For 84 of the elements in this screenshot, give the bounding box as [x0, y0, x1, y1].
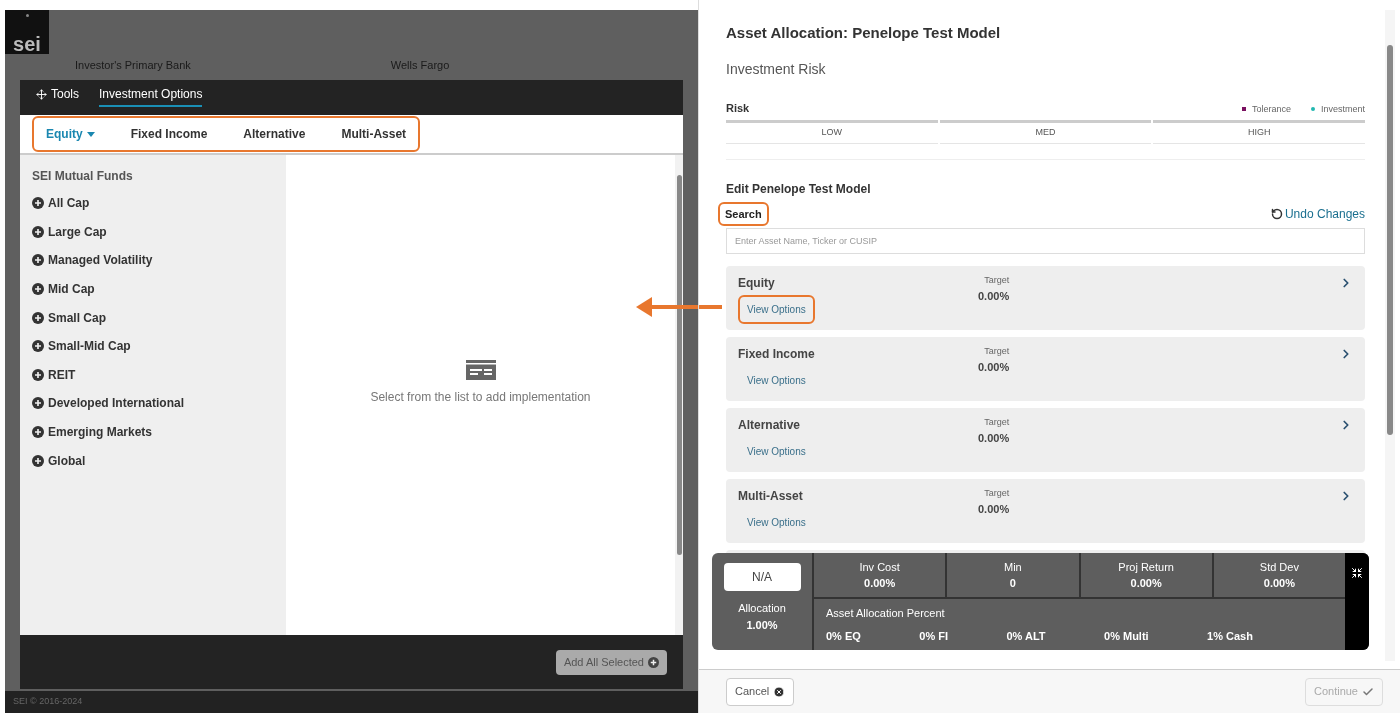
fund-item[interactable]: REIT — [32, 360, 274, 390]
target-label: Target — [984, 487, 1010, 500]
fund-item[interactable]: All Cap — [32, 189, 274, 218]
header-tab[interactable]: Tools — [36, 85, 79, 107]
category-tab[interactable]: Fixed Income — [130, 125, 208, 143]
field-text: Investor's Primary Bank — [75, 58, 191, 73]
percent-value: 1% Cash — [1207, 628, 1253, 644]
plus-circle-icon — [32, 311, 44, 324]
stat-label: Min — [1004, 559, 1022, 575]
fund-item[interactable]: Managed Volatility — [32, 246, 274, 275]
category-name: Alternative — [738, 417, 801, 434]
allocation-label: Allocation — [738, 601, 786, 616]
percent-value: 0% FI — [919, 628, 949, 644]
fund-item[interactable]: Developed International — [32, 389, 274, 418]
stat-value: 0.00% — [1263, 576, 1295, 591]
plus-circle-icon — [32, 197, 44, 210]
card-icon — [465, 360, 496, 380]
category-tab[interactable]: Alternative — [243, 125, 306, 143]
risk-label: Risk — [726, 100, 750, 116]
stat-value: 0.00% — [1130, 576, 1162, 591]
percent-title: Asset Allocation Percent — [826, 606, 946, 621]
plus-circle-icon — [32, 454, 44, 467]
header-tab[interactable]: Investment Options — [99, 85, 203, 107]
stat-label: Proj Return — [1118, 559, 1174, 575]
view-options-link[interactable]: View Options — [738, 508, 815, 537]
target-value: 0.00% — [978, 501, 1010, 517]
percent-value: 0% Multi — [1104, 628, 1149, 644]
plus-circle-icon — [32, 254, 44, 267]
category-name: Fixed Income — [738, 346, 815, 363]
target-value: 0.00% — [978, 430, 1010, 446]
undo-link[interactable]: Undo Changes — [1270, 204, 1365, 223]
fund-item[interactable]: Small-Mid Cap — [32, 331, 274, 361]
target-label: Target — [984, 274, 1010, 287]
fund-item[interactable]: Mid Cap — [32, 274, 274, 304]
value-box: N/A — [723, 563, 801, 591]
risk-segment: MED — [939, 120, 1152, 144]
close-icon — [773, 685, 786, 698]
plus-circle-icon — [32, 340, 44, 353]
category-tab[interactable]: Multi-Asset — [341, 125, 407, 143]
risk-segment: HIGH — [1153, 120, 1365, 144]
list-title: SEI Mutual Funds — [32, 168, 134, 185]
legend-label: Investment — [1320, 102, 1365, 116]
plus-circle-icon — [32, 368, 44, 381]
stat-label: Inv Cost — [859, 559, 900, 575]
panel-title: Asset Allocation: Penelope Test Model — [726, 23, 1002, 43]
fund-item[interactable]: Small Cap — [32, 303, 274, 332]
fund-item[interactable]: Global — [32, 446, 274, 475]
target-value: 0.00% — [978, 288, 1010, 304]
plus-circle-icon — [32, 283, 44, 296]
category-tab[interactable]: Equity — [46, 125, 95, 143]
section-title: Edit Penelope Test Model — [726, 180, 872, 198]
percent-value: 0% EQ — [826, 628, 861, 644]
field-text: Wells Fargo — [390, 58, 450, 73]
plus-circle-icon — [32, 426, 44, 439]
plus-circle-icon — [648, 656, 659, 668]
plus-circle-icon — [32, 225, 44, 238]
plus-circle-icon — [32, 397, 44, 410]
search-label: Search — [718, 201, 769, 226]
target-value: 0.00% — [978, 359, 1010, 375]
search-field[interactable]: Enter Asset Name, Ticker or CUSIP — [726, 228, 1365, 254]
collapse-icon[interactable] — [1351, 567, 1363, 579]
stat-label: Std Dev — [1259, 559, 1299, 575]
target-label: Target — [984, 416, 1010, 429]
stat-value: 0 — [1009, 576, 1016, 591]
risk-segment: LOW — [726, 120, 938, 144]
percent-value: 0% ALT — [1006, 628, 1046, 644]
category-name: Equity — [738, 275, 775, 292]
check-icon — [1362, 685, 1374, 698]
legend-label: Tolerance — [1251, 102, 1291, 116]
view-options-link[interactable]: View Options — [738, 295, 815, 324]
logo: sei — [5, 10, 49, 54]
category-name: Multi-Asset — [738, 488, 803, 505]
section-title: Investment Risk — [726, 59, 827, 79]
cancel-button[interactable]: Cancel — [726, 677, 795, 706]
copyright: SEI © 2016-2024 — [13, 695, 83, 709]
empty-message: Select from the list to add implementation — [370, 389, 591, 406]
undo-icon — [1270, 207, 1283, 220]
fund-item[interactable]: Emerging Markets — [32, 417, 274, 447]
allocation-value: 1.00% — [746, 617, 778, 633]
target-label: Target — [984, 345, 1010, 358]
stat-value: 0.00% — [864, 576, 896, 591]
view-options-link[interactable]: View Options — [738, 437, 815, 466]
view-options-link[interactable]: View Options — [738, 366, 815, 395]
fund-item[interactable]: Large Cap — [32, 217, 274, 247]
